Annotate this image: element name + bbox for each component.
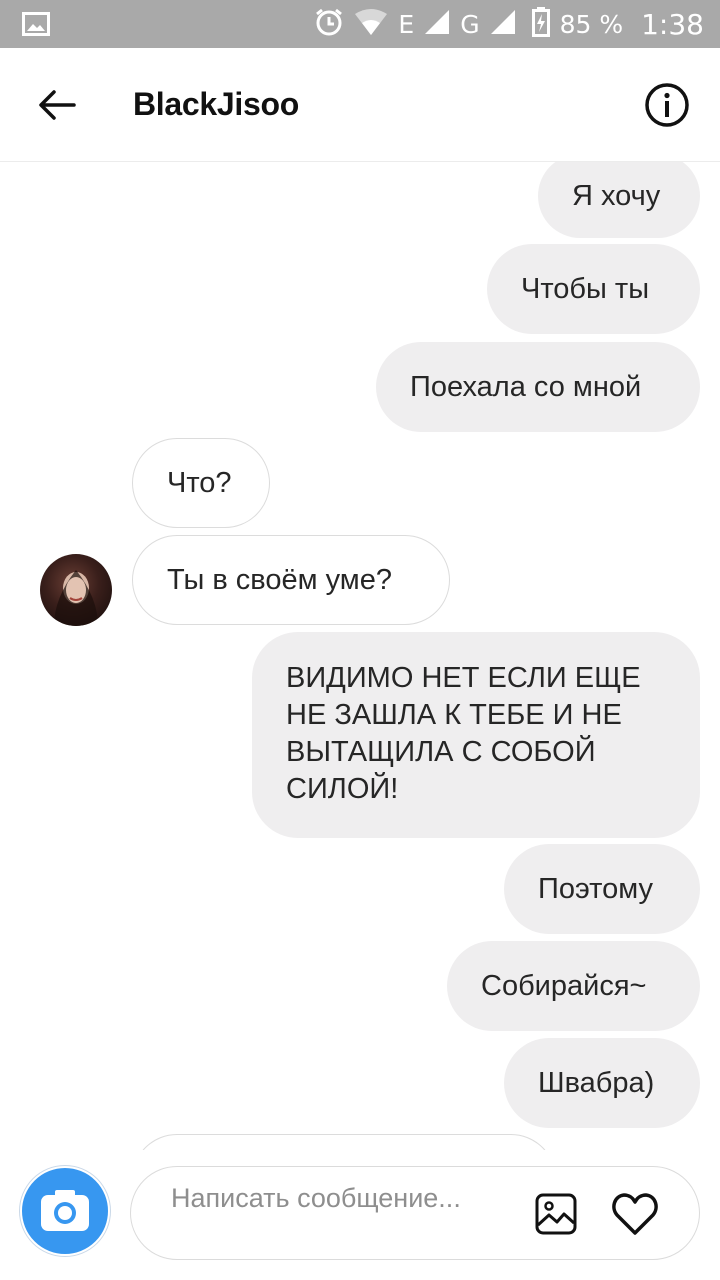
outgoing-message[interactable]: ВИДИМО НЕТ ЕСЛИ ЕЩЕ НЕ ЗАШЛА К ТЕБЕ И НЕ… (252, 632, 700, 838)
message-text: ВИДИМО НЕТ ЕСЛИ ЕЩЕ НЕ ЗАШЛА К ТЕБЕ И НЕ… (286, 662, 641, 805)
battery-percent: 85 % (559, 9, 624, 39)
message-composer: Написать сообщение... (0, 1150, 720, 1280)
incoming-message[interactable]: Что? (132, 438, 270, 528)
incoming-message[interactable]: Ты в своём уме? (132, 535, 450, 625)
message-list[interactable]: Я хочу Чтобы ты Поехала со мной Что? Ты … (0, 162, 720, 1150)
image-notification-icon (22, 12, 50, 41)
message-input[interactable]: Написать сообщение... (130, 1166, 700, 1260)
wifi-icon (354, 8, 388, 41)
message-text: Что? (167, 466, 232, 499)
message-text: Швабра) (538, 1066, 655, 1099)
camera-button[interactable] (20, 1166, 110, 1256)
message-text: Собирайся~ (481, 969, 647, 1002)
network-type-e: E (398, 9, 415, 39)
incoming-message-partial[interactable] (132, 1134, 556, 1150)
gallery-icon[interactable] (535, 1193, 577, 1235)
chat-title[interactable]: BlackJisoo (133, 86, 299, 123)
message-text: Я хочу (572, 179, 661, 212)
clock: 1:38 (641, 7, 704, 41)
status-bar: E G 85 % 1:38 (0, 0, 720, 48)
message-text: Поехала со мной (410, 370, 642, 403)
alarm-icon (314, 7, 344, 42)
outgoing-message[interactable]: Поехала со мной (376, 342, 700, 432)
network-type-g: G (460, 9, 480, 39)
info-icon[interactable] (644, 82, 690, 128)
outgoing-message[interactable]: Поэтому (504, 844, 700, 934)
message-text: Ты в своём уме? (167, 563, 393, 596)
avatar[interactable] (40, 554, 112, 626)
outgoing-message[interactable]: Чтобы ты (487, 244, 700, 334)
heart-icon[interactable] (611, 1191, 659, 1237)
message-text: Чтобы ты (521, 272, 650, 305)
chat-header: BlackJisoo (0, 48, 720, 162)
message-input-placeholder: Написать сообщение... (171, 1183, 461, 1213)
outgoing-message[interactable]: Я хочу (538, 162, 700, 238)
signal-icon-2 (490, 9, 516, 40)
battery-icon (531, 6, 550, 42)
arrow-left-icon[interactable] (36, 84, 78, 126)
outgoing-message[interactable]: Швабра) (504, 1038, 700, 1128)
camera-icon (41, 1190, 89, 1231)
outgoing-message[interactable]: Собирайся~ (447, 941, 700, 1031)
signal-icon (424, 9, 450, 40)
message-text: Поэтому (538, 872, 653, 905)
